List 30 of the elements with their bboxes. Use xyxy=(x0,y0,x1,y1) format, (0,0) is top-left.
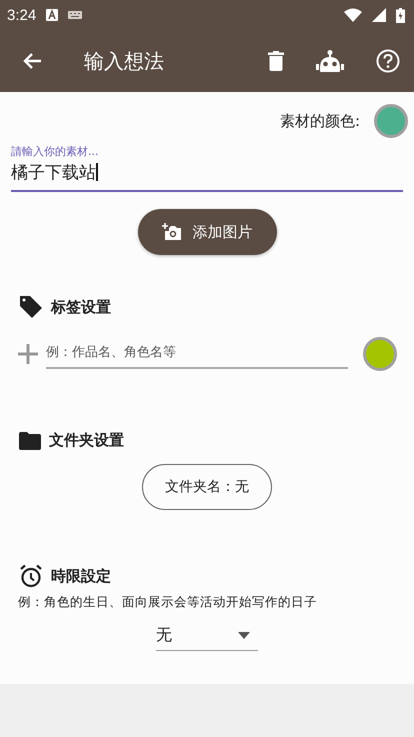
tag-input-field[interactable]: 例：作品名、角色名等 xyxy=(46,337,348,369)
section-title: 時限設定 xyxy=(51,566,111,586)
battery-icon xyxy=(396,8,405,22)
color-swatch[interactable] xyxy=(374,104,408,138)
wifi-icon xyxy=(344,8,362,22)
plus-icon xyxy=(18,344,38,364)
tag-icon xyxy=(19,295,43,319)
notification-icon xyxy=(46,9,58,21)
deadline-dropdown[interactable]: 无 xyxy=(156,621,258,651)
tag-color-swatch[interactable] xyxy=(363,337,397,371)
alarm-clock-icon xyxy=(19,564,43,588)
dropdown-caret-icon xyxy=(238,632,250,639)
add-image-button[interactable]: 添加图片 xyxy=(138,209,276,255)
add-photo-icon xyxy=(162,223,182,241)
folder-icon xyxy=(19,432,41,450)
screen-title: 输入想法 xyxy=(84,48,165,74)
signal-icon xyxy=(372,8,386,22)
robot-icon xyxy=(316,50,344,72)
back-arrow-icon xyxy=(22,52,42,70)
help-icon xyxy=(376,49,400,73)
trash-icon xyxy=(268,51,284,71)
section-title: 文件夹设置 xyxy=(49,431,124,450)
keyboard-icon xyxy=(68,11,82,19)
status-time: 3:24 xyxy=(7,6,36,24)
deadline-description: 例：角色的生日、面向展示会等活动开始写作的日子 xyxy=(18,594,318,611)
section-title: 标签设置 xyxy=(51,298,111,316)
material-color-label: 素材的颜色: xyxy=(280,112,360,130)
material-input-field[interactable]: 請輸入你的素材... 橘子下载站 xyxy=(11,144,403,192)
add-tag-button[interactable] xyxy=(18,344,38,364)
folder-name-button[interactable]: 文件夹名：无 xyxy=(142,464,272,510)
